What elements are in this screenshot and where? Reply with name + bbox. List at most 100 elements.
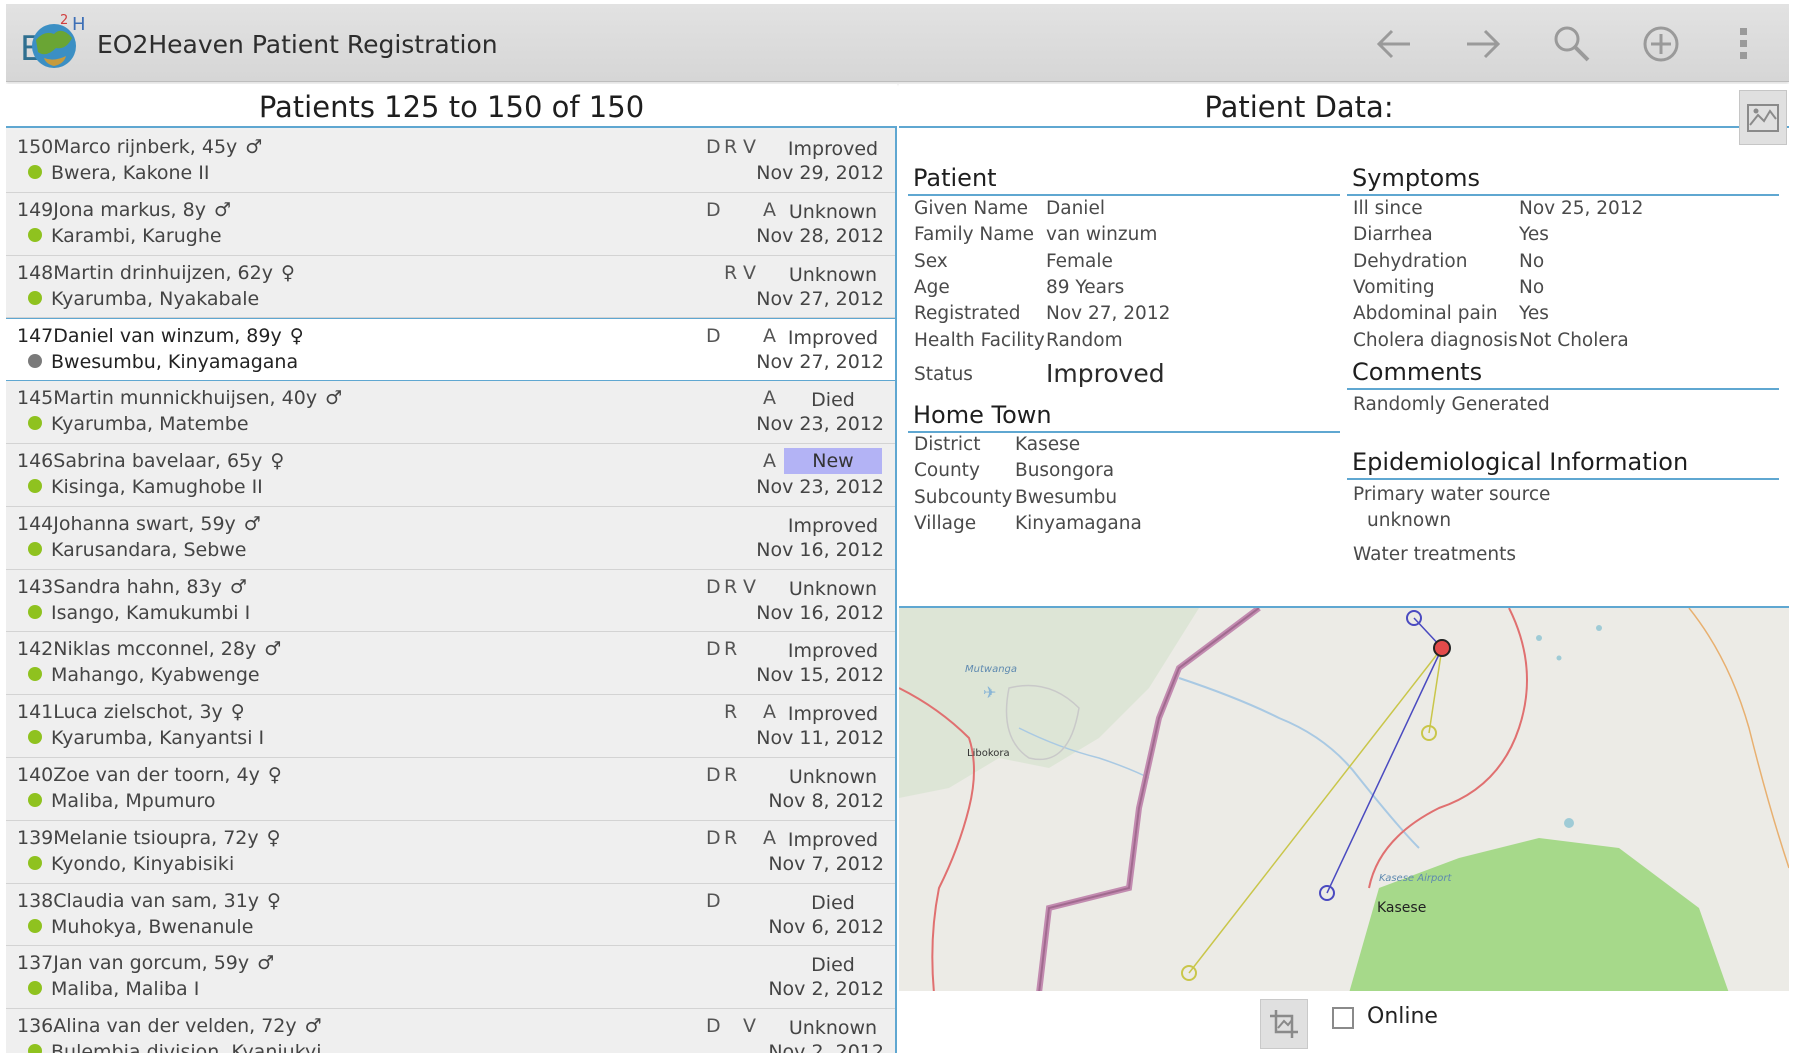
patient-status: Unknown (788, 1017, 878, 1040)
map-label-kasese-airport: Kasese Airport (1379, 873, 1453, 884)
field-value: Daniel (1046, 198, 1105, 219)
symptom-flag: D (706, 1015, 721, 1038)
patient-data-title: Patient Data: (1204, 90, 1394, 124)
symptom-flag: D (706, 889, 721, 912)
patient-list: 150Marco rijnberk, 45y ♂ Bwera, Kakone II D… (6, 130, 897, 1053)
sex-icon: ♀ (266, 826, 281, 849)
sync-status-dot (28, 604, 42, 619)
overflow-menu-button[interactable] (1724, 22, 1764, 66)
patient-name-age: Daniel van winzum, 89y (53, 325, 282, 348)
online-checkbox[interactable] (1332, 1007, 1354, 1029)
patient-row[interactable]: 138Claudia van sam, 31y ♀ Muhokya, Bwenanu… (6, 883, 895, 947)
patient-number: 138 (17, 889, 54, 912)
field-value: Yes (1519, 303, 1549, 325)
sync-status-dot (28, 478, 42, 493)
sex-icon: ♂ (257, 952, 275, 975)
patient-row[interactable]: 150Marco rijnberk, 45y ♂ Bwera, Kakone II D… (6, 130, 895, 193)
patient-name: 149Jona markus, 8y ♂ (17, 199, 231, 221)
patient-row[interactable]: 136Alina van der velden, 72y ♂ Bulembia di… (6, 1009, 895, 1053)
patient-name: 139Melanie tsioupra, 72y ♀ (17, 827, 281, 849)
patient-name: 147Daniel van winzum, 89y ♀ (17, 325, 304, 347)
symptom-flag: D (706, 638, 721, 661)
action-bar: E H 2 EO2Heaven Patient Registration (6, 4, 1789, 82)
sync-status-dot (28, 165, 42, 179)
patient-row[interactable]: 139Melanie tsioupra, 72y ♀ Kyondo, Kinyabi… (6, 820, 895, 884)
patient-name-age: Martin munnickhuijsen, 40y (53, 387, 318, 410)
field-value: Yes (1519, 224, 1549, 246)
patient-place: Kyarumba, Nyakabale (51, 287, 260, 310)
field-label: Cholera diagnosis (1353, 329, 1518, 351)
patient-name-age: Niklas mcconnel, 28y (53, 638, 257, 661)
svg-text:H: H (72, 14, 86, 35)
patient-list-title: Patients 125 to 150 of 150 (258, 90, 645, 124)
svg-text:2: 2 (60, 13, 68, 28)
search-button[interactable] (1548, 22, 1596, 66)
field-label: Registrated (914, 303, 1021, 325)
patient-place: Muhokya, Bwenanule (51, 915, 254, 938)
field-label: Health Facility (914, 329, 1045, 351)
patient-name-age: Luca zielschot, 3y (53, 701, 223, 724)
patient-row[interactable]: 137Jan van gorcum, 59y ♂ Maliba, Maliba I D… (6, 946, 895, 1010)
symptom-flag: R (724, 826, 738, 849)
overflow-menu-icon (1740, 28, 1747, 59)
crop-button[interactable] (1260, 999, 1308, 1049)
map-view[interactable]: ✈ Mutwanga Libokora Kasese Airport Kases… (899, 606, 1789, 991)
patient-row[interactable]: 141Luca zielschot, 3y ♀ Kyarumba, Kanyants… (6, 695, 895, 758)
field-label: Subcounty (914, 486, 1013, 508)
forward-button[interactable] (1459, 22, 1507, 66)
symptom-flag: R (724, 261, 738, 284)
patient-place: Karambi, Karughe (51, 224, 222, 247)
map-controls: Online (899, 991, 1789, 1053)
patient-number: 139 (17, 826, 54, 849)
patient-row[interactable]: 143Sandra hahn, 83y ♂ Isango, Kamukumbi I D… (6, 569, 895, 633)
patient-row[interactable]: 148Martin drinhuijzen, 62y ♀ Kyarumba, Nya… (6, 255, 895, 319)
map-view-button[interactable] (1739, 90, 1787, 145)
patient-list-header: Patients 125 to 150 of 150 (6, 84, 897, 128)
patient-date: Nov 7, 2012 (768, 852, 884, 875)
sex-icon: ♀ (230, 701, 245, 724)
patient-row[interactable]: 149Jona markus, 8y ♂ Karambi, Karughe D A Unk… (6, 192, 895, 256)
sex-icon: ♂ (264, 638, 282, 661)
patient-name: 144Johanna swart, 59y ♂ (17, 513, 261, 535)
field-value: Kinyamagana (1015, 512, 1142, 534)
patient-status: Died (811, 891, 855, 914)
patient-row[interactable]: 145Martin munnickhuijsen, 40y ♂ Kyarumba, … (6, 381, 895, 444)
map-label-mutwanga: Mutwanga (965, 664, 1017, 675)
patient-status: Unknown (788, 200, 878, 223)
patient-row[interactable]: 144Johanna swart, 59y ♂ Karusandara, Sebwe… (6, 506, 895, 570)
patient-name-age: Sandra hahn, 83y (53, 575, 222, 598)
patient-place: Karusandara, Sebwe (51, 538, 247, 561)
patient-row[interactable]: 146Sabrina bavelaar, 65y ♀ Kisinga, Kamugh… (6, 443, 895, 507)
patient-place: Kisinga, Kamughobe II (51, 475, 263, 498)
field-label: Ill since (1353, 198, 1423, 219)
symptom-flag: D (706, 763, 721, 786)
sex-icon: ♂ (243, 512, 261, 535)
field-value: Kasese (1015, 434, 1081, 455)
patient-date: Nov 27, 2012 (756, 287, 884, 310)
patient-place: Mahango, Kyabwenge (51, 664, 260, 687)
patient-name-age: Melanie tsioupra, 72y (53, 826, 259, 849)
field-value: van winzum (1046, 224, 1158, 246)
patient-row[interactable]: 147Daniel van winzum, 89y ♀ Bwesumbu, Kiny… (6, 318, 895, 382)
patient-number: 150 (17, 136, 54, 158)
patient-row[interactable]: 142Niklas mcconnel, 28y ♂ Mahango, Kyabwen… (6, 632, 895, 696)
patient-name: 140Zoe van der toorn, 4y ♀ (17, 764, 282, 786)
patient-place: Bulembia division, Kyanjukyi (51, 1041, 322, 1053)
sex-icon: ♂ (325, 387, 343, 410)
add-button[interactable] (1637, 22, 1685, 66)
patient-number: 144 (17, 512, 54, 535)
symptom-flag: V (743, 575, 756, 598)
status-value: Improved (1046, 359, 1165, 388)
sync-status-dot (28, 730, 42, 745)
sync-status-dot (28, 918, 42, 933)
symptom-flag: A (763, 826, 776, 849)
field-value: Busongora (1015, 460, 1115, 482)
patient-name: 145Martin munnickhuijsen, 40y ♂ (17, 387, 342, 409)
patient-row[interactable]: 140Zoe van der toorn, 4y ♀ Maliba, Mpumuro… (6, 757, 895, 821)
back-button[interactable] (1370, 22, 1418, 66)
patient-status: Improved (787, 703, 879, 726)
patient-number: 141 (17, 701, 54, 724)
field-value: Random (1046, 329, 1123, 351)
patient-status: New (784, 447, 882, 474)
forward-icon (1467, 29, 1501, 59)
